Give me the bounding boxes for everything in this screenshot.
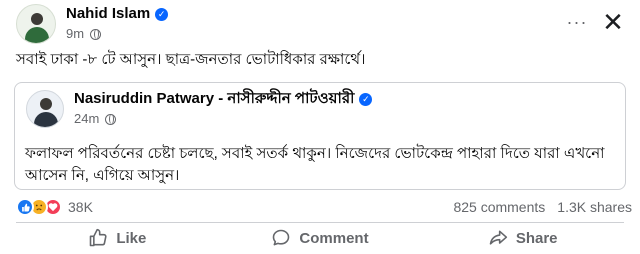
reactions-count: 38K xyxy=(68,199,93,215)
post-actions-bar: Like Comment Share xyxy=(16,224,624,252)
shares-count-link[interactable]: 1.3K shares xyxy=(557,199,632,215)
share-button[interactable]: Share xyxy=(421,224,624,252)
close-button[interactable]: ✕ xyxy=(600,9,626,35)
shared-author-name-row: Nasiruddin Patwary - নাসীরুদ্দীন পাটওয়া… xyxy=(74,90,373,108)
globe-icon xyxy=(90,28,102,40)
shared-author-info: Nasiruddin Patwary - নাসীরুদ্দীন পাটওয়া… xyxy=(74,90,373,128)
verified-badge-icon: ✓ xyxy=(359,92,373,106)
shared-post-header: Nasiruddin Patwary - নাসীরুদ্দীন পাটওয়া… xyxy=(26,89,373,129)
shared-author-avatar[interactable] xyxy=(26,90,64,128)
reactions-summary[interactable]: 38K xyxy=(16,198,93,216)
share-label: Share xyxy=(515,229,558,247)
engagement-counts: 825 comments 1.3K shares xyxy=(453,199,632,215)
post-text: সবাই ঢাকা -৮ টে আসুন। ছাত্র-জনতার ভোটাধি… xyxy=(16,51,366,68)
like-reaction-icon xyxy=(16,198,34,216)
actions-divider xyxy=(16,222,624,223)
shared-post-timestamp[interactable]: 24m xyxy=(74,110,99,128)
shared-post-text: ফলাফল পরিবর্তনের চেষ্টা চলছে, সবাই সতর্ক… xyxy=(25,145,605,184)
post-header: Nahid Islam ✓ 9m xyxy=(16,4,169,44)
comment-button[interactable]: Comment xyxy=(219,224,422,252)
author-avatar[interactable] xyxy=(16,4,56,44)
post-meta: 9m xyxy=(66,25,168,43)
share-arrow-icon xyxy=(489,230,507,245)
author-info: Nahid Islam ✓ 9m xyxy=(66,5,169,43)
more-options-button[interactable]: ··· xyxy=(566,12,588,32)
post-stats: 38K 825 comments 1.3K shares xyxy=(16,196,632,218)
post-timestamp[interactable]: 9m xyxy=(66,25,84,43)
like-thumb-icon xyxy=(90,228,107,247)
comment-bubble-icon xyxy=(273,229,290,246)
author-name[interactable]: Nahid Islam xyxy=(66,5,150,23)
shared-post-card[interactable]: Nasiruddin Patwary - নাসীরুদ্দীন পাটওয়া… xyxy=(14,82,626,190)
comments-count-link[interactable]: 825 comments xyxy=(453,199,545,215)
like-label: Like xyxy=(116,229,147,247)
comment-label: Comment xyxy=(299,229,369,247)
shared-post-meta: 24m xyxy=(74,110,372,128)
avatar-figure-body xyxy=(25,27,49,43)
avatar-figure-head xyxy=(31,13,43,25)
shared-author-name[interactable]: Nasiruddin Patwary - নাসীরুদ্দীন পাটওয়া… xyxy=(74,90,354,108)
like-button[interactable]: Like xyxy=(16,224,219,252)
avatar-figure-body xyxy=(34,112,58,127)
globe-icon xyxy=(105,113,117,125)
author-name-row: Nahid Islam ✓ xyxy=(66,5,169,23)
facebook-post: Nahid Islam ✓ 9m ··· ✕ সবাই ঢাকা -৮ টে আ… xyxy=(0,0,640,254)
avatar-figure-head xyxy=(40,98,52,110)
verified-badge-icon: ✓ xyxy=(155,7,169,21)
